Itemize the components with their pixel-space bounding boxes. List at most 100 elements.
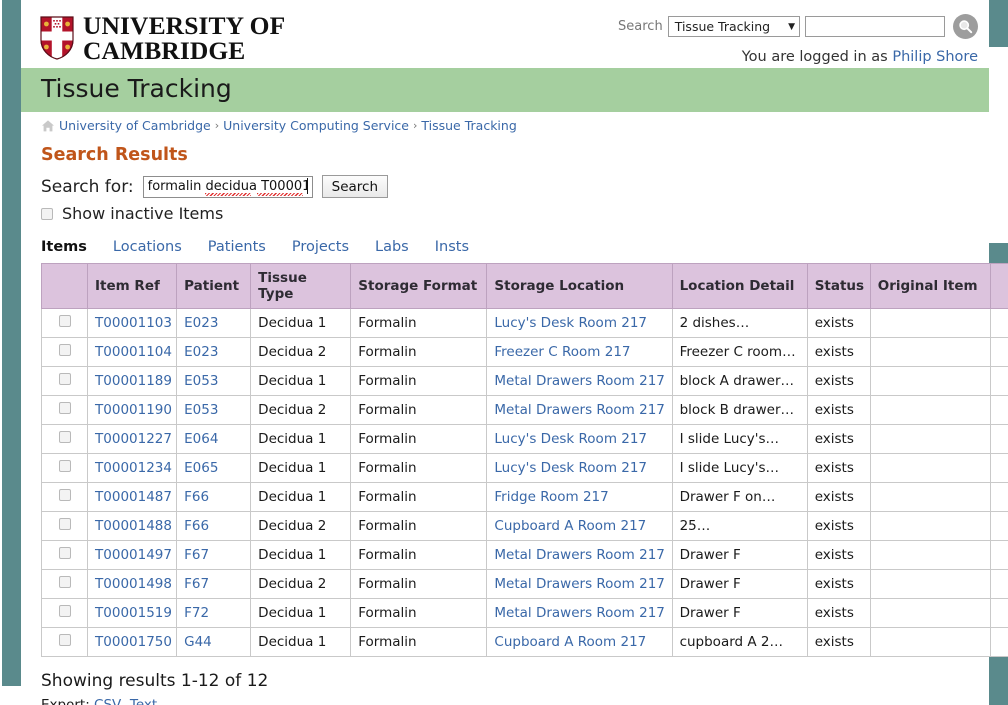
cell-item-ref-link[interactable]: T00001190	[95, 402, 172, 418]
cell-patient-link[interactable]: F66	[184, 489, 209, 505]
cell-storage-location-link[interactable]: Lucy's Desk Room 217	[494, 315, 647, 331]
cell-patient-link[interactable]: F67	[184, 547, 209, 563]
row-select-checkbox[interactable]	[58, 373, 71, 385]
row-select-checkbox[interactable]	[58, 344, 71, 356]
cell-patient-link[interactable]: F72	[184, 605, 209, 621]
col-item-ref[interactable]: Item Ref	[87, 263, 178, 309]
tab-locations[interactable]: Locations	[113, 239, 182, 255]
row-select-checkbox[interactable]	[58, 634, 71, 646]
cell-item-ref-link[interactable]: T00001103	[95, 315, 172, 331]
col-patient[interactable]: Patient	[176, 263, 252, 309]
cell-item-ref-link[interactable]: T00001498	[95, 576, 172, 592]
cell-patient-link[interactable]: E053	[184, 373, 218, 389]
cell-storage-location-link[interactable]: Metal Drawers Room 217	[494, 576, 665, 592]
row-select-checkbox[interactable]	[58, 431, 71, 443]
tab-projects[interactable]: Projects	[292, 239, 349, 255]
cell-patient-link[interactable]: F67	[184, 576, 209, 592]
cell-storage-location-link[interactable]: Metal Drawers Room 217	[494, 605, 665, 621]
cell-item-ref: T00001497	[87, 540, 178, 570]
cell-storage-format: Formalin	[350, 569, 488, 599]
search-scope-select[interactable]: Tissue Tracking ▼	[667, 16, 800, 37]
col-original-item[interactable]: Original Item	[869, 263, 991, 309]
cell-storage-format: Formalin	[350, 598, 488, 628]
cell-storage-location-link[interactable]: Fridge Room 217	[494, 489, 608, 505]
cell-item-ref-link[interactable]: T00001497	[95, 547, 172, 563]
cell-storage-location-link[interactable]: Lucy's Desk Room 217	[494, 431, 647, 447]
cell-item-ref-link[interactable]: T00001104	[95, 344, 172, 360]
cell-storage-location: Metal Drawers Room 217	[486, 540, 673, 570]
col-storage-format[interactable]: Storage Format	[350, 263, 488, 309]
row-select-checkbox[interactable]	[58, 315, 71, 327]
cell-patient-link[interactable]: E065	[184, 460, 218, 476]
cell-location-detail: I slide Lucy's…	[671, 453, 808, 483]
row-select-checkbox[interactable]	[58, 489, 71, 501]
cell-patient-link[interactable]: G44	[184, 634, 212, 650]
cell-item-ref-link[interactable]: T00001488	[95, 518, 172, 534]
col-location-detail[interactable]: Location Detail	[671, 263, 808, 309]
export-csv-link[interactable]: CSV	[94, 697, 121, 705]
breadcrumb-item-0[interactable]: University of Cambridge	[59, 118, 211, 133]
row-select-checkbox	[41, 627, 89, 657]
university-logo[interactable]: UNIVERSITY OF CAMBRIDGE	[40, 13, 285, 63]
breadcrumb-separator: ›	[412, 119, 418, 132]
row-select-checkbox[interactable]	[58, 547, 71, 559]
cell-storage-format: Formalin	[350, 627, 488, 657]
cell-original-item	[869, 337, 991, 367]
cell-item-ref-link[interactable]: T00001189	[95, 373, 172, 389]
table-row: T00001227 E064 Decidua 1 Formalin Lucy's Des…	[41, 424, 1008, 454]
row-select-checkbox[interactable]	[58, 576, 71, 588]
cell-storage-location-link[interactable]: Metal Drawers Room 217	[494, 547, 665, 563]
col-status[interactable]: Status	[806, 263, 871, 309]
cell-patient-link[interactable]: E023	[184, 344, 218, 360]
cell-item-ref-link[interactable]: T00001519	[95, 605, 172, 621]
cell-status: exists	[806, 424, 871, 454]
export-text-link[interactable]: Text	[130, 697, 157, 705]
tab-patients[interactable]: Patients	[208, 239, 266, 255]
cell-patient-link[interactable]: E023	[184, 315, 218, 331]
cell-patient-link[interactable]: E053	[184, 402, 218, 418]
header-search-button[interactable]	[953, 14, 978, 39]
cell-item-ref-link[interactable]: T00001227	[95, 431, 172, 447]
col-storage-location[interactable]: Storage Location	[486, 263, 673, 309]
cell-storage-format: Formalin	[350, 424, 488, 454]
cell-item-ref-link[interactable]: T00001487	[95, 489, 172, 505]
cell-tissue-type: Decidua 1	[250, 308, 352, 338]
cell-storage-format: Formalin	[350, 511, 488, 541]
cell-storage-location-link[interactable]: Metal Drawers Room 217	[494, 373, 665, 389]
cell-item-ref-link[interactable]: T00001750	[95, 634, 172, 650]
cell-tissue-type: Decidua 1	[250, 482, 352, 512]
tab-items[interactable]: Items	[41, 239, 87, 255]
cell-storage-location-link[interactable]: Freezer C Room 217	[494, 344, 630, 360]
cell-storage-location-link[interactable]: Metal Drawers Room 217	[494, 402, 665, 418]
cell-storage-location-link[interactable]: Lucy's Desk Room 217	[494, 460, 647, 476]
cell-item-ref: T00001104	[87, 337, 178, 367]
cell-storage-location-link[interactable]: Cupboard A Room 217	[494, 634, 646, 650]
home-icon[interactable]	[41, 119, 55, 133]
cell-storage-location: Fridge Room 217	[486, 482, 673, 512]
cell-patient-link[interactable]: F66	[184, 518, 209, 534]
tab-insts[interactable]: Insts	[435, 239, 469, 255]
cell-item-ref-link[interactable]: T00001234	[95, 460, 172, 476]
search-submit-button[interactable]: Search	[321, 175, 389, 198]
app-banner: Tissue Tracking	[21, 68, 989, 112]
cell-tissue-type: Decidua 1	[250, 366, 352, 396]
row-select-checkbox[interactable]	[58, 518, 71, 530]
breadcrumb-item-2[interactable]: Tissue Tracking	[421, 118, 516, 133]
cell-patient-link[interactable]: E064	[184, 431, 218, 447]
col-tissue-type[interactable]: Tissue Type	[250, 263, 352, 309]
cell-original-item	[869, 569, 991, 599]
cell-status: exists	[806, 569, 871, 599]
site-header: UNIVERSITY OF CAMBRIDGE Search Tissue Tr…	[21, 0, 989, 68]
row-select-checkbox[interactable]	[58, 402, 71, 414]
row-select-checkbox	[41, 366, 89, 396]
header-search-input[interactable]	[805, 16, 945, 37]
row-select-checkbox[interactable]	[58, 605, 71, 617]
user-name-link[interactable]: Philip Shore	[892, 49, 978, 65]
row-select-checkbox[interactable]	[58, 460, 71, 472]
breadcrumb-item-1[interactable]: University Computing Service	[223, 118, 409, 133]
cell-original-item	[869, 482, 991, 512]
cell-storage-location-link[interactable]: Cupboard A Room 217	[494, 518, 646, 534]
tab-labs[interactable]: Labs	[375, 239, 409, 255]
show-inactive-checkbox[interactable]	[41, 207, 53, 220]
cell-storage-location: Cupboard A Room 217	[486, 627, 673, 657]
